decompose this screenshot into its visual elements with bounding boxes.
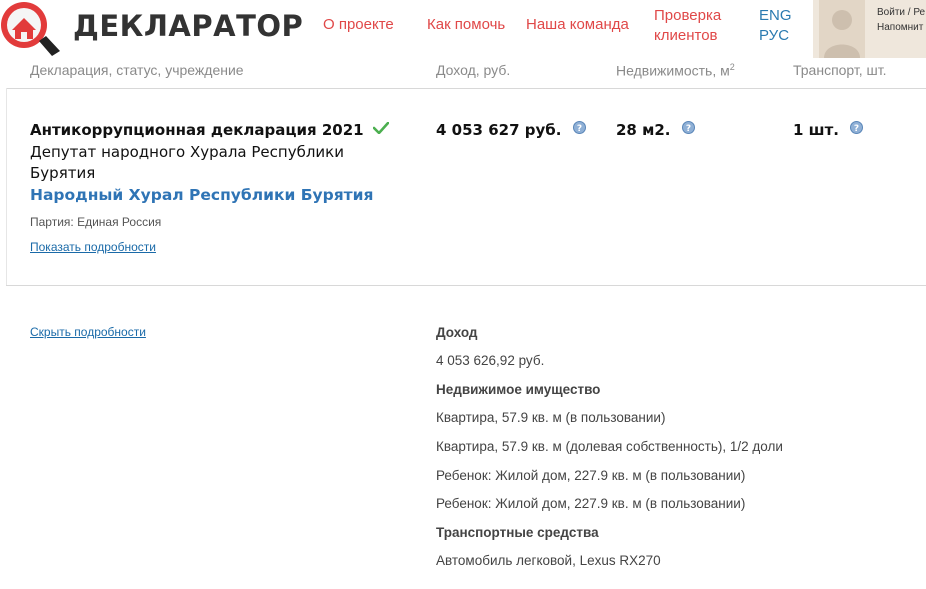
brand-title[interactable]: ДЕКЛАРАТОР — [73, 9, 303, 43]
verified-check-icon — [372, 122, 389, 134]
realty-value: 28 м2. ? — [616, 121, 695, 139]
income-detail-value: 4 053 626,92 руб. — [436, 353, 545, 368]
realty-item: Ребенок: Жилой дом, 227.9 кв. м (в польз… — [436, 496, 746, 511]
question-circle-icon[interactable]: ? — [681, 121, 695, 134]
nav-how-to-help[interactable]: Как помочь — [427, 16, 505, 33]
nav-our-team[interactable]: Наша команда — [526, 16, 629, 33]
column-header-realty: Недвижимость, м2 — [616, 62, 735, 79]
lang-english[interactable]: ENG — [759, 7, 792, 24]
row-divider — [6, 285, 926, 286]
declarant-position: Депутат народного Хурала Республики Буря… — [30, 143, 344, 182]
user-avatar-icon — [819, 0, 865, 58]
site-header: ДЕКЛАРАТОР О проекте Как помочь Наша ком… — [0, 0, 926, 58]
transport-heading: Транспортные средства — [436, 525, 599, 540]
remind-password-link[interactable]: Напомнит — [877, 22, 923, 33]
login-link[interactable]: Войти / Ре — [877, 7, 925, 18]
organization-link[interactable]: Народный Хурал Республики Бурятия — [30, 186, 373, 204]
header-divider — [6, 88, 926, 89]
svg-text:?: ? — [686, 124, 691, 134]
transport-value-text: 1 шт. — [793, 121, 839, 139]
question-circle-icon[interactable]: ? — [572, 121, 586, 134]
realty-heading: Недвижимое имущество — [436, 382, 601, 397]
column-header-realty-sup: 2 — [729, 62, 735, 72]
hide-details-link[interactable]: Скрыть подробности — [30, 325, 146, 339]
column-header-realty-label: Недвижимость, м — [616, 62, 730, 79]
transport-value: 1 шт. ? — [793, 121, 864, 139]
income-value-text: 4 053 627 руб. — [436, 121, 562, 139]
declaration-title: Антикоррупционная декларация 2021 — [30, 121, 389, 139]
transport-item: Автомобиль легковой, Lexus RX270 — [436, 553, 661, 568]
realty-item: Ребенок: Жилой дом, 227.9 кв. м (в польз… — [436, 468, 746, 483]
user-panel: Войти / Ре Напомнит — [813, 0, 926, 58]
party-label: Партия: Единая Россия — [30, 215, 162, 229]
svg-text:?: ? — [577, 124, 582, 134]
lang-russian[interactable]: РУС — [759, 27, 789, 44]
show-details-link[interactable]: Показать подробности — [30, 240, 156, 254]
nav-about[interactable]: О проекте — [323, 16, 394, 33]
declaration-title-text: Антикоррупционная декларация 2021 — [30, 121, 364, 139]
column-header-transport: Транспорт, шт. — [793, 62, 887, 78]
nav-check-clients[interactable]: Проверка клиентов — [654, 6, 734, 46]
column-header-declaration: Декларация, статус, учреждение — [30, 62, 244, 78]
magnifier-logo-icon[interactable] — [0, 0, 70, 58]
realty-item: Квартира, 57.9 кв. м (в пользовании) — [436, 410, 666, 425]
column-header-income: Доход, руб. — [436, 62, 511, 78]
income-value: 4 053 627 руб. ? — [436, 121, 586, 139]
realty-item: Квартира, 57.9 кв. м (долевая собственно… — [436, 439, 783, 454]
income-heading: Доход — [436, 325, 478, 340]
question-circle-icon[interactable]: ? — [850, 121, 864, 134]
row-left-border — [6, 88, 7, 286]
realty-value-text: 28 м2. — [616, 121, 671, 139]
svg-text:?: ? — [854, 124, 859, 134]
